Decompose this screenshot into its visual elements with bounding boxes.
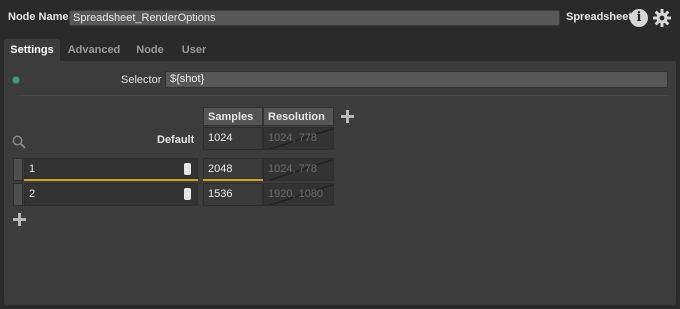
node-header: Node Name Spreadsheet_RenderOptions Spre…: [0, 0, 680, 36]
row-highlight-line: [24, 179, 198, 181]
tab-bar: Settings Advanced Node User: [0, 37, 680, 61]
default-resolution-value: 1024, 778: [268, 132, 317, 144]
row-enable-toggle[interactable]: [184, 188, 191, 200]
row-enable-toggle[interactable]: [184, 163, 191, 175]
row-samples-cell[interactable]: 2048: [203, 158, 263, 181]
info-icon[interactable]: i: [630, 9, 648, 27]
selector-input[interactable]: ${shot}: [165, 71, 668, 88]
row-drag-handle[interactable]: [13, 183, 23, 206]
status-dot-icon: [13, 77, 19, 83]
node-name-input[interactable]: Spreadsheet_RenderOptions: [69, 10, 560, 26]
gear-icon[interactable]: [652, 8, 672, 28]
row-name-cell[interactable]: 2: [24, 183, 198, 206]
tab-user[interactable]: User: [176, 39, 212, 61]
add-row-plus-icon[interactable]: [13, 213, 26, 226]
selector-label: Selector: [121, 74, 162, 86]
row-resolution-value: 1024, 778: [268, 163, 317, 175]
default-samples-cell[interactable]: 1024: [203, 127, 263, 150]
tab-settings[interactable]: Settings: [4, 39, 60, 61]
row-name-label: 1: [29, 163, 36, 175]
row-name-label: 2: [29, 188, 36, 200]
tab-advanced[interactable]: Advanced: [64, 39, 124, 61]
row-drag-handle[interactable]: [13, 158, 23, 181]
default-row-label: Default: [157, 134, 195, 146]
add-column-plus-icon[interactable]: [341, 110, 354, 123]
default-resolution-cell[interactable]: 1024, 778: [263, 127, 334, 150]
row-samples-cell[interactable]: 1536: [203, 183, 263, 206]
row-name-cell[interactable]: 1: [24, 158, 198, 181]
node-type-label: Spreadsheet: [566, 11, 633, 23]
cell-highlight-line: [203, 179, 263, 181]
column-header-resolution[interactable]: Resolution: [263, 107, 334, 126]
divider: [20, 95, 668, 96]
tab-node[interactable]: Node: [130, 39, 170, 61]
row-resolution-cell[interactable]: 1920, 1080: [263, 183, 334, 206]
node-name-label: Node Name: [8, 11, 69, 23]
row-resolution-value: 1920, 1080: [268, 188, 324, 200]
row-resolution-cell[interactable]: 1024, 778: [263, 158, 334, 181]
search-icon[interactable]: [12, 135, 26, 149]
column-header-samples[interactable]: Samples: [203, 107, 263, 126]
